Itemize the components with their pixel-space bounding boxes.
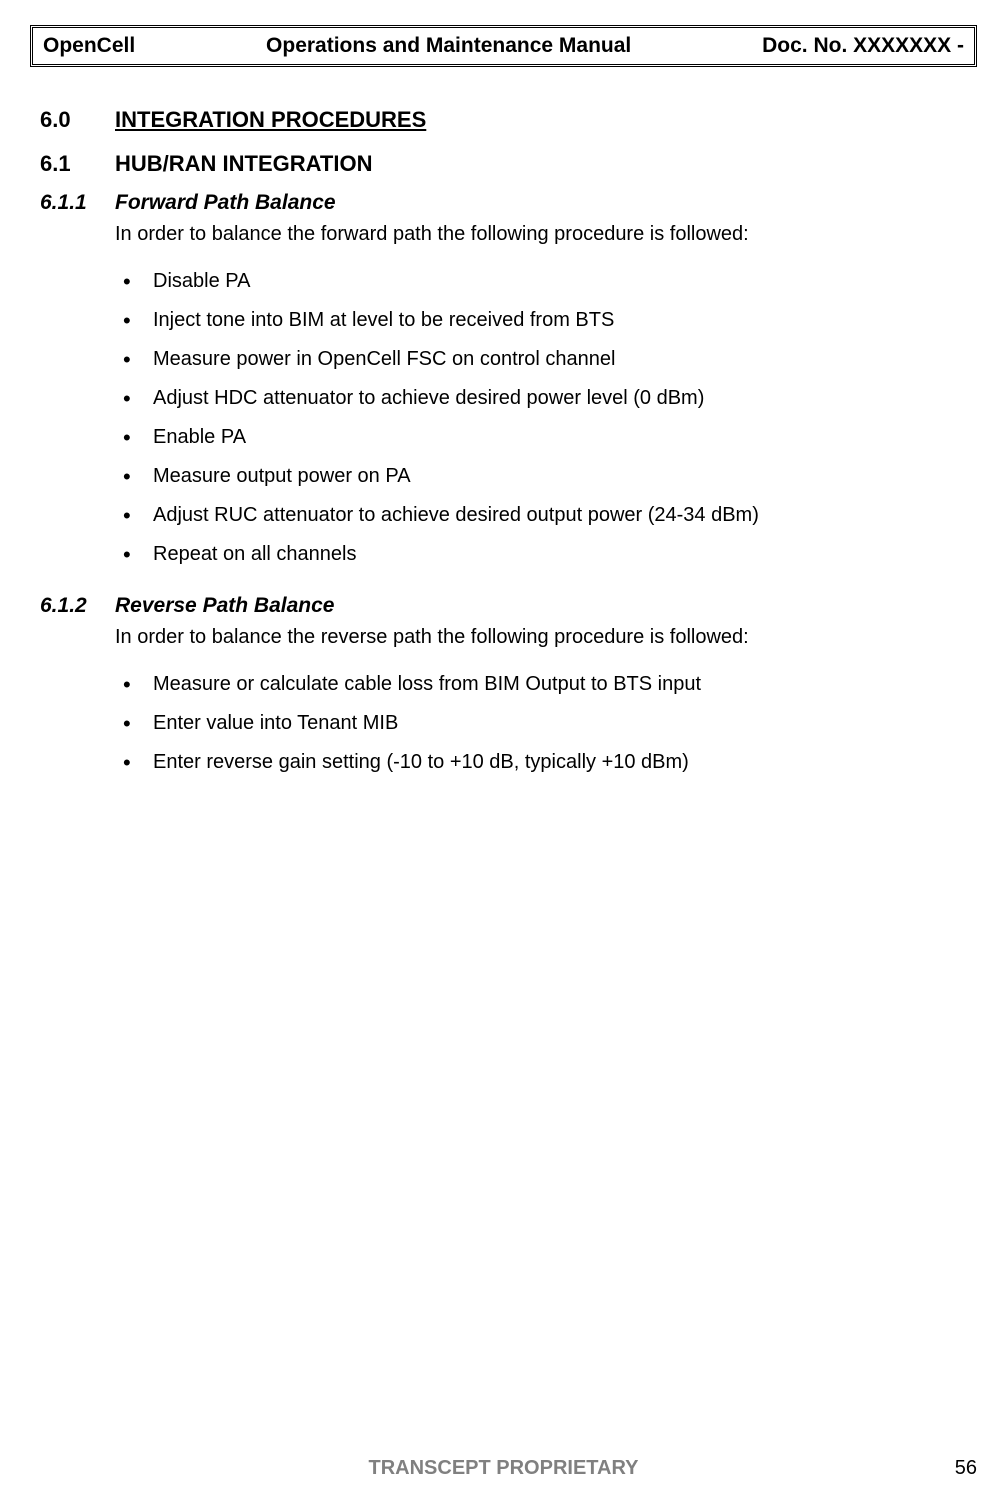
heading-level-3: 6.1.2 Reverse Path Balance: [40, 594, 967, 618]
list-item: Enter value into Tenant MIB: [115, 704, 967, 743]
procedure-list-reverse: Measure or calculate cable loss from BIM…: [115, 665, 967, 782]
list-item: Enter reverse gain setting (-10 to +10 d…: [115, 743, 967, 782]
list-item: Disable PA: [115, 262, 967, 301]
heading-number: 6.1.1: [40, 191, 115, 215]
heading-title: Forward Path Balance: [115, 191, 336, 215]
heading-level-2: 6.1 HUB/RAN INTEGRATION: [40, 151, 967, 177]
list-item: Adjust RUC attenuator to achieve desired…: [115, 496, 967, 535]
paragraph-intro: In order to balance the forward path the…: [115, 221, 967, 248]
list-item: Repeat on all channels: [115, 535, 967, 574]
list-item: Inject tone into BIM at level to be rece…: [115, 301, 967, 340]
list-item: Measure output power on PA: [115, 457, 967, 496]
list-item: Adjust HDC attenuator to achieve desired…: [115, 379, 967, 418]
heading-title: INTEGRATION PROCEDURES: [115, 107, 426, 133]
list-item: Measure or calculate cable loss from BIM…: [115, 665, 967, 704]
heading-level-1: 6.0 INTEGRATION PROCEDURES: [40, 107, 967, 133]
heading-title: HUB/RAN INTEGRATION: [115, 151, 372, 177]
list-item: Measure power in OpenCell FSC on control…: [115, 340, 967, 379]
header-manual-title: Operations and Maintenance Manual: [135, 34, 762, 58]
heading-number: 6.1: [40, 151, 115, 177]
document-body: 6.0 INTEGRATION PROCEDURES 6.1 HUB/RAN I…: [30, 107, 977, 782]
heading-level-3: 6.1.1 Forward Path Balance: [40, 191, 967, 215]
heading-title: Reverse Path Balance: [115, 594, 334, 618]
heading-number: 6.1.2: [40, 594, 115, 618]
procedure-list-forward: Disable PA Inject tone into BIM at level…: [115, 262, 967, 574]
paragraph-intro: In order to balance the reverse path the…: [115, 624, 967, 651]
header-product-name: OpenCell: [43, 34, 135, 58]
page-number: 56: [955, 1457, 977, 1480]
document-header: OpenCell Operations and Maintenance Manu…: [30, 25, 977, 67]
document-footer: TRANSCEPT PROPRIETARY 56: [30, 1457, 977, 1480]
list-item: Enable PA: [115, 418, 967, 457]
heading-number: 6.0: [40, 107, 115, 133]
footer-proprietary-label: TRANSCEPT PROPRIETARY: [368, 1457, 638, 1480]
header-doc-number: Doc. No. XXXXXXX -: [762, 34, 964, 58]
